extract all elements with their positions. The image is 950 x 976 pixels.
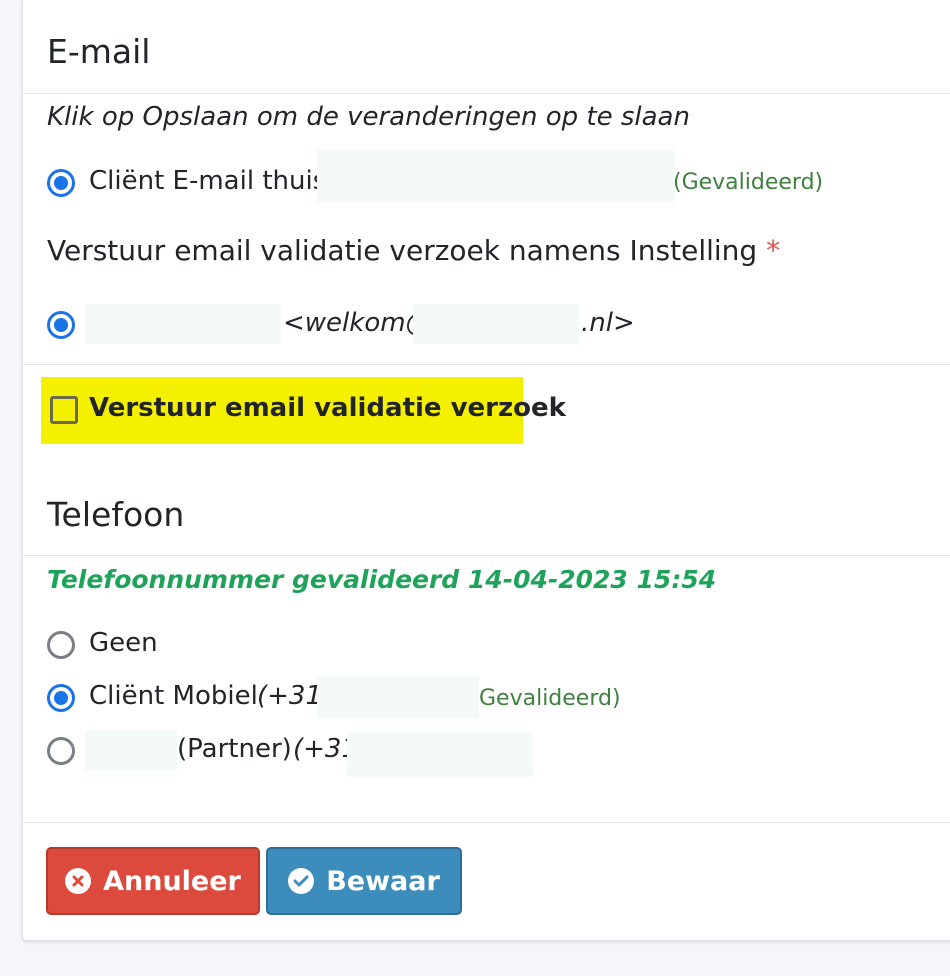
phone-option-mobile-label: Cliënt Mobiel (89, 681, 258, 711)
sender-email-suffix: .nl> (581, 308, 635, 338)
email-divider (23, 93, 950, 94)
mobile-number-redacted (317, 676, 479, 718)
email-validated-status: (Gevalideerd) (673, 170, 824, 195)
send-validation-checkbox[interactable] (50, 396, 78, 424)
partner-name-redacted (85, 730, 177, 770)
cancel-button-label: Annuleer (103, 865, 241, 897)
phone-divider (23, 555, 950, 556)
email-home-label: Cliënt E-mail thuis (89, 166, 327, 196)
sender-divider (23, 364, 950, 365)
required-mark: * (766, 234, 781, 267)
sender-domain-redacted (413, 304, 579, 344)
save-button-label: Bewaar (326, 865, 440, 897)
cancel-button[interactable]: Annuleer (46, 847, 260, 915)
phone-option-none-radio[interactable] (47, 631, 75, 659)
sender-heading: Verstuur email validatie verzoek namens … (47, 234, 781, 267)
sender-radio[interactable] (47, 311, 75, 339)
footer-divider (23, 822, 950, 823)
phone-option-partner-radio[interactable] (47, 737, 75, 765)
phone-option-none-label: Geen (89, 628, 158, 658)
email-section-title: E-mail (47, 32, 151, 71)
phone-section-title: Telefoon (47, 495, 185, 534)
email-instruction: Klik op Opslaan om de veranderingen op t… (47, 102, 690, 132)
phone-validated-message: Telefoonnummer gevalideerd 14-04-2023 15… (47, 565, 717, 594)
sender-email-prefix: <welkom@ (283, 308, 432, 338)
check-circle-icon (288, 868, 315, 894)
form-card: E-mail Klik op Opslaan om de verandering… (22, 0, 950, 941)
phone-option-mobile-status: Gevalideerd) (479, 686, 621, 711)
phone-option-mobile-radio[interactable] (47, 684, 75, 712)
partner-number-redacted (347, 733, 533, 777)
sender-name-redacted (85, 304, 281, 344)
phone-option-partner-label: (Partner) (177, 734, 292, 764)
save-button[interactable]: Bewaar (266, 847, 462, 915)
email-home-radio[interactable] (47, 169, 75, 197)
send-validation-label[interactable]: Verstuur email validatie verzoek (89, 393, 566, 423)
times-circle-icon (65, 868, 92, 894)
email-address-redacted (317, 150, 675, 202)
